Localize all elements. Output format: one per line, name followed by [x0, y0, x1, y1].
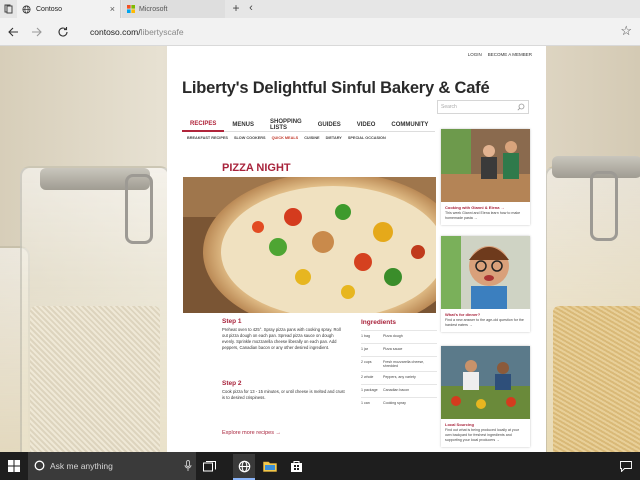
- url-path: libertyscafe: [140, 27, 184, 37]
- tab-label: Microsoft: [139, 5, 168, 13]
- step-2-heading: Step 2: [222, 380, 242, 387]
- step-2: Step 2 Cook pizza for 13 - 15 minutes, o…: [222, 380, 347, 401]
- tab-label: Contoso: [36, 5, 63, 13]
- subnav-special-occasion[interactable]: SPECIAL OCCASION: [348, 136, 386, 140]
- task-view-icon[interactable]: [199, 456, 219, 476]
- refresh-icon[interactable]: [55, 24, 71, 40]
- windows-start-icon[interactable]: [4, 456, 24, 476]
- subnav-cuisine[interactable]: CUISINE: [304, 136, 319, 140]
- jar-clip-image: [590, 171, 618, 241]
- globe-icon: [22, 4, 31, 14]
- notification-icon[interactable]: [616, 456, 636, 476]
- sub-navigation: BREAKFAST RECIPES SLOW COOKERS QUICK MEA…: [187, 136, 437, 140]
- ingredients-list: Ingredients 1 bag Pizza dough 1 jar Pizza …: [361, 319, 437, 410]
- tab-microsoft[interactable]: Microsoft: [122, 0, 225, 18]
- site-title: Liberty's Delightful Sinful Bakery & Caf…: [182, 79, 490, 97]
- cooking-photo-image: [441, 129, 530, 202]
- ingredient-qty: 1 package: [361, 388, 378, 392]
- pizza-hero-image: [183, 177, 436, 313]
- store-icon[interactable]: [286, 456, 306, 476]
- favorite-star-icon[interactable]: ☆: [620, 23, 632, 39]
- ingredient-row: 2 whole Peppers, any variety: [361, 371, 437, 384]
- edge-browser-taskbar-icon[interactable]: [233, 454, 255, 478]
- ingredient-qty: 1 jar: [361, 347, 368, 351]
- forward-arrow-icon[interactable]: [29, 24, 45, 40]
- subnav-slow-cookers[interactable]: SLOW COOKERS: [234, 136, 266, 140]
- ingredient-name: Canadian bacon: [383, 388, 410, 392]
- cortana-icon: [34, 460, 45, 471]
- nav-video[interactable]: VIDEO: [349, 118, 384, 132]
- explore-recipes-link[interactable]: Explore more recipes →: [222, 430, 281, 436]
- subnav-quick-meals[interactable]: QUICK MEALS: [272, 136, 299, 140]
- become-member-link[interactable]: BECOME A MEMBER: [488, 52, 532, 57]
- ingredient-qty: 2 whole: [361, 375, 374, 379]
- search-icon[interactable]: [517, 103, 525, 113]
- nav-recipes[interactable]: RECIPES: [182, 118, 225, 132]
- taskbar-search-box[interactable]: Ask me anything: [28, 452, 196, 480]
- step-1: Step 1 Preheat oven to 425°. Spray pizza…: [222, 318, 347, 351]
- address-bar[interactable]: contoso.com/libertyscafe: [84, 22, 594, 42]
- step-1-heading: Step 1: [222, 318, 242, 325]
- ingredient-name: Cooking spray: [383, 401, 406, 405]
- ingredient-name: Fresh mozzarella cheese, shredded: [383, 360, 425, 368]
- ingredient-row: 1 jar Pizza sauce: [361, 343, 437, 356]
- ingredient-row: 1 can Cooking spray: [361, 397, 437, 410]
- ingredient-name: Pizza dough: [383, 334, 403, 338]
- chevron-left-icon[interactable]: ‹: [246, 0, 256, 18]
- microsoft-logo-icon: [127, 5, 135, 13]
- card-description: This week Gianni and Elena learn how to …: [445, 211, 521, 220]
- card-title[interactable]: Cooking with Gianni & Elena →: [441, 202, 530, 211]
- site-search-input[interactable]: Search: [437, 100, 529, 114]
- url-host: contoso.com/: [90, 27, 141, 37]
- ingredient-qty: 1 can: [361, 401, 370, 405]
- taskbar-search-placeholder: Ask me anything: [50, 461, 113, 471]
- nav-guides[interactable]: GUIDES: [310, 118, 349, 132]
- market-photo-image: [441, 346, 530, 419]
- sidebar-card-local-sourcing[interactable]: Local Sourcing Find out what is being pr…: [441, 346, 530, 447]
- back-arrow-icon[interactable]: [5, 24, 21, 40]
- ingredient-name: Pizza sauce: [383, 347, 403, 351]
- step-2-text: Cook pizza for 13 - 15 minutes, or until…: [222, 389, 345, 400]
- new-tab-icon[interactable]: +: [230, 0, 242, 18]
- jar-clip-image: [125, 174, 153, 244]
- login-link[interactable]: LOGIN: [468, 52, 482, 57]
- tab-contoso[interactable]: Contoso ×: [17, 0, 121, 18]
- navigation-bar: contoso.com/libertyscafe ☆: [0, 18, 640, 46]
- step-1-text: Preheat oven to 425°. Spray pizza pans w…: [222, 327, 341, 350]
- card-title[interactable]: Local Sourcing: [441, 419, 530, 428]
- tab-bar: Contoso × Microsoft + ‹: [0, 0, 640, 18]
- subnav-dietary[interactable]: DIETARY: [326, 136, 342, 140]
- sidebar-card-dinner[interactable]: What's for dinner? Find a new answer to …: [441, 236, 530, 332]
- card-title[interactable]: What's for dinner?: [441, 309, 530, 318]
- taskbar: Ask me anything: [0, 452, 640, 480]
- website-content: LOGIN BECOME A MEMBER Liberty's Delightf…: [167, 46, 546, 452]
- tab-preview-icon[interactable]: [3, 3, 14, 15]
- ingredient-qty: 2 cups: [361, 360, 372, 364]
- account-links: LOGIN BECOME A MEMBER: [468, 52, 532, 57]
- card-description: Find a new answer to the age-old questio…: [445, 318, 524, 327]
- ingredient-row: 1 bag Pizza dough: [361, 330, 437, 343]
- microphone-icon[interactable]: [184, 460, 192, 472]
- nav-community[interactable]: COMMUNITY: [383, 118, 436, 132]
- close-tab-icon[interactable]: ×: [110, 4, 115, 14]
- file-explorer-icon[interactable]: [260, 456, 280, 476]
- recipe-title: PIZZA NIGHT: [222, 162, 291, 174]
- ingredient-row: 2 cups Fresh mozzarella cheese, shredded: [361, 356, 437, 371]
- sidebar-card-cooking[interactable]: Cooking with Gianni & Elena → This week …: [441, 129, 530, 225]
- ingredient-row: 1 package Canadian bacon: [361, 384, 437, 397]
- nav-shopping-lists[interactable]: SHOPPING LISTS: [262, 118, 310, 132]
- ingredients-heading: Ingredients: [361, 319, 397, 326]
- child-eating-photo-image: [441, 236, 530, 309]
- card-description: Find out what is being produced locally …: [445, 428, 519, 442]
- subnav-breakfast[interactable]: BREAKFAST RECIPES: [187, 136, 228, 140]
- main-navigation: RECIPES MENUS SHOPPING LISTS GUIDES VIDE…: [182, 118, 435, 132]
- ingredient-qty: 1 bag: [361, 334, 370, 338]
- search-placeholder: Search: [441, 104, 457, 110]
- nav-menus[interactable]: MENUS: [224, 118, 262, 132]
- ingredient-name: Peppers, any variety: [383, 375, 416, 379]
